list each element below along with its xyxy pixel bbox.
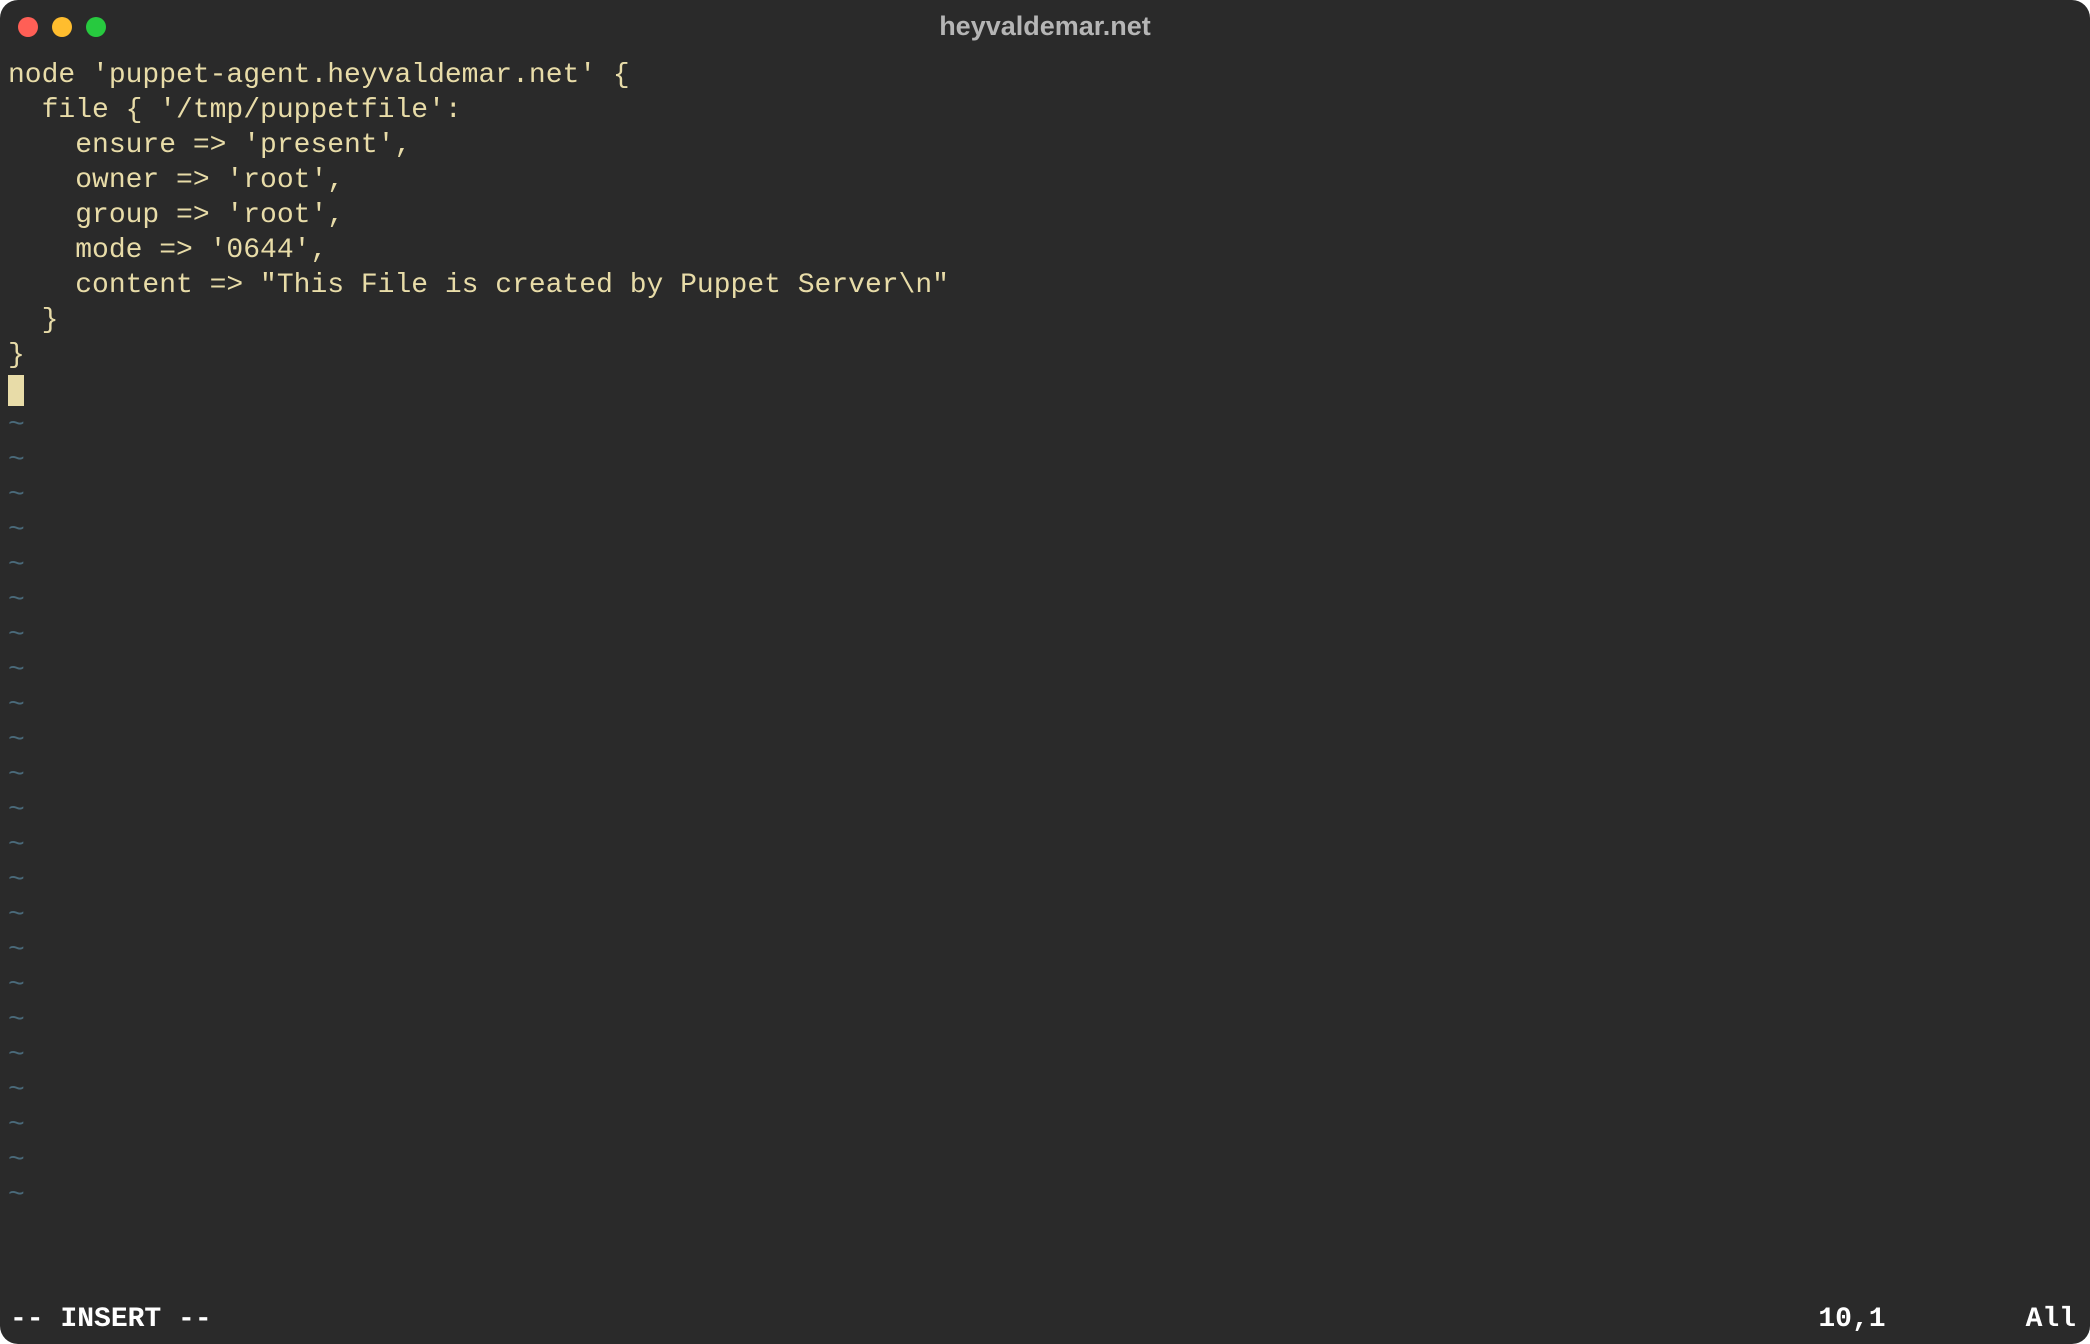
empty-line-tilde: ~ — [8, 968, 2082, 1003]
code-line: } — [8, 303, 2082, 338]
empty-line-tilde: ~ — [8, 1108, 2082, 1143]
code-line: owner => 'root', — [8, 163, 2082, 198]
empty-line-tilde: ~ — [8, 548, 2082, 583]
status-bar: -- INSERT -- 10,1 All — [0, 1300, 2090, 1344]
empty-line-tilde: ~ — [8, 758, 2082, 793]
empty-line-tilde: ~ — [8, 653, 2082, 688]
empty-line-tilde: ~ — [8, 583, 2082, 618]
empty-line-tilde: ~ — [8, 513, 2082, 548]
close-icon[interactable] — [18, 17, 38, 37]
scroll-percentage: All — [2026, 1302, 2076, 1337]
code-line: file { '/tmp/puppetfile': — [8, 93, 2082, 128]
code-line: } — [8, 338, 2082, 373]
code-line: content => "This File is created by Pupp… — [8, 268, 2082, 303]
empty-line-tilde: ~ — [8, 443, 2082, 478]
empty-line-tilde: ~ — [8, 898, 2082, 933]
empty-line-tilde: ~ — [8, 688, 2082, 723]
cursor-position: 10,1 — [1818, 1302, 1885, 1337]
traffic-lights — [18, 17, 106, 37]
editor-area[interactable]: node 'puppet-agent.heyvaldemar.net' { fi… — [0, 54, 2090, 1300]
cursor-line — [8, 373, 2082, 408]
empty-line-tilde: ~ — [8, 723, 2082, 758]
minimize-icon[interactable] — [52, 17, 72, 37]
terminal-window: heyvaldemar.net node 'puppet-agent.heyva… — [0, 0, 2090, 1344]
empty-line-tilde: ~ — [8, 618, 2082, 653]
empty-line-tilde: ~ — [8, 1073, 2082, 1108]
window-title: heyvaldemar.net — [0, 10, 2090, 44]
empty-line-tilde: ~ — [8, 1003, 2082, 1038]
maximize-icon[interactable] — [86, 17, 106, 37]
empty-line-tilde: ~ — [8, 828, 2082, 863]
vim-mode: -- INSERT -- — [10, 1302, 212, 1337]
code-line: ensure => 'present', — [8, 128, 2082, 163]
cursor-icon — [8, 375, 24, 406]
empty-line-tilde: ~ — [8, 478, 2082, 513]
code-line: group => 'root', — [8, 198, 2082, 233]
empty-line-tilde: ~ — [8, 408, 2082, 443]
empty-line-tilde: ~ — [8, 1143, 2082, 1178]
empty-line-tilde: ~ — [8, 933, 2082, 968]
empty-line-tilde: ~ — [8, 863, 2082, 898]
empty-line-tilde: ~ — [8, 1178, 2082, 1213]
empty-line-tilde: ~ — [8, 793, 2082, 828]
empty-line-tilde: ~ — [8, 1038, 2082, 1073]
code-line: node 'puppet-agent.heyvaldemar.net' { — [8, 58, 2082, 93]
code-line: mode => '0644', — [8, 233, 2082, 268]
titlebar: heyvaldemar.net — [0, 0, 2090, 54]
